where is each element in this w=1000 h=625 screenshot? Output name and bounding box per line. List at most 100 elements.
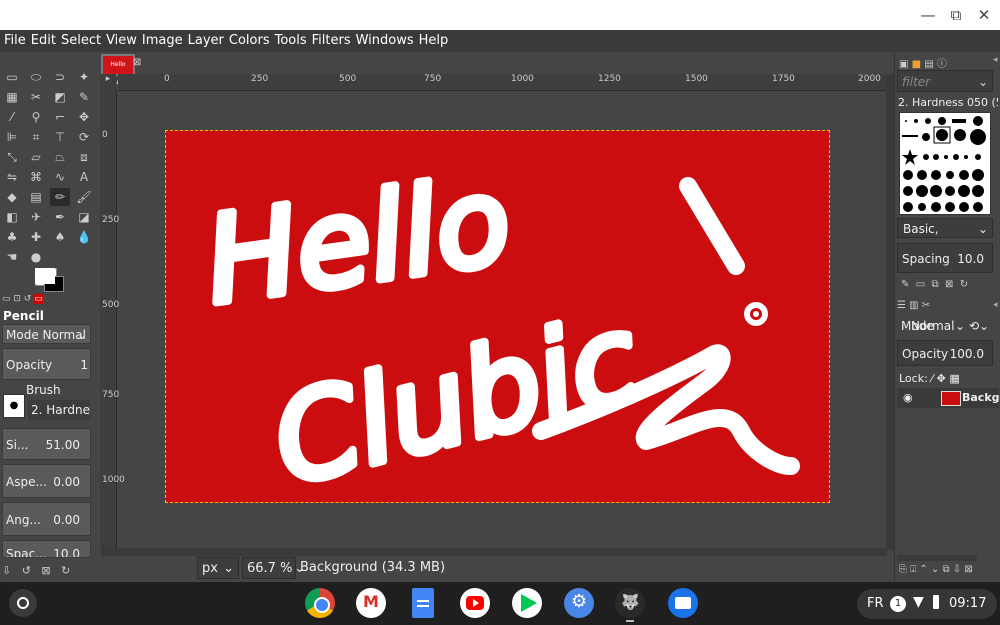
layer-mode-dropdown[interactable]: Mode Normal ⌄ ⟲⌄ xyxy=(897,315,995,337)
angle-slider[interactable]: Ang... 0.00 xyxy=(2,502,91,536)
brush-actions[interactable]: ✎ ▭ ⧉ ⊠ ↻ xyxy=(901,279,968,290)
dock-tabs-brushes[interactable]: ▣ ■ ▤ ⓘ xyxy=(899,55,947,70)
heal-icon[interactable]: ✚ xyxy=(26,228,46,246)
blur-icon[interactable]: 💧 xyxy=(74,228,94,246)
flip-icon[interactable]: ⇋ xyxy=(2,168,22,186)
pencil-icon[interactable]: ✏ xyxy=(50,188,70,206)
lock-pixels-icon[interactable]: ⁄ xyxy=(931,372,933,385)
play-store-icon[interactable] xyxy=(512,588,542,618)
status-tray[interactable]: FR 1 ▼ 09:17 xyxy=(857,589,997,619)
aspect-slider[interactable]: Aspe... 0.00 xyxy=(2,464,91,498)
tool-options-tabs[interactable]: ▭ ⊡ ↺ ▭ xyxy=(2,294,92,306)
dock-tabs-layers[interactable]: ☰ ▥ ✂ xyxy=(897,300,930,311)
menu-windows[interactable]: Windows xyxy=(352,30,414,52)
vertical-scrollbar[interactable] xyxy=(886,74,894,550)
visibility-eye-icon[interactable]: ◉ xyxy=(897,391,913,404)
docs-icon[interactable] xyxy=(412,588,434,618)
zoom-icon[interactable]: ⚲ xyxy=(26,108,46,126)
settings-icon[interactable]: ⚙ xyxy=(564,588,594,618)
smudge-icon[interactable]: ☚ xyxy=(2,248,22,266)
brush-set-dropdown[interactable]: Basic, ⌄ xyxy=(897,218,993,238)
restore-button[interactable]: ⧉ xyxy=(946,5,966,25)
spacing-slider[interactable]: Spac... 10.0 xyxy=(2,540,91,558)
paths-icon[interactable]: ✎ xyxy=(74,88,94,106)
brush-filter-input[interactable]: filter ⌄ xyxy=(897,70,993,92)
bucket-fill-icon[interactable]: ◆ xyxy=(2,188,22,206)
menu-layer[interactable]: Layer xyxy=(184,30,224,52)
dodge-burn-icon[interactable]: ● xyxy=(26,248,46,266)
chrome-icon[interactable] xyxy=(305,588,335,618)
horizontal-scrollbar[interactable] xyxy=(101,548,887,556)
shear-icon[interactable]: ▱ xyxy=(26,148,46,166)
opacity-slider[interactable]: Opacity 1 xyxy=(2,348,91,380)
gmail-icon[interactable]: M xyxy=(356,588,386,618)
brush-preview-icon[interactable]: ● xyxy=(3,394,25,418)
gradient-icon[interactable]: ▤ xyxy=(26,188,46,206)
brush-name[interactable]: 2. Hardness xyxy=(28,400,90,420)
perspective-icon[interactable]: ⏢ xyxy=(50,148,70,166)
select-by-color-icon[interactable]: ▦ xyxy=(2,88,22,106)
measure-icon[interactable]: ⌐ xyxy=(50,108,70,126)
unit-dropdown[interactable]: px ⌄ xyxy=(197,557,239,579)
cage-icon[interactable]: ⌘ xyxy=(26,168,46,186)
files-icon[interactable] xyxy=(668,588,698,618)
scissors-icon[interactable]: ✂ xyxy=(26,88,46,106)
menu-file[interactable]: File xyxy=(0,30,26,52)
zoom-dropdown[interactable]: 66.7 % ⌄ xyxy=(242,557,305,579)
size-slider[interactable]: Si... 51.00 xyxy=(2,428,91,460)
layer-opacity-slider[interactable]: Opacity 100.0 xyxy=(897,340,993,366)
unified-transform-icon[interactable]: ⊤ xyxy=(50,128,70,146)
move-icon[interactable]: ✥ xyxy=(74,108,94,126)
aspect-value: 0.00 xyxy=(53,475,80,489)
menu-help[interactable]: Help xyxy=(415,30,449,52)
perspective-clone-icon[interactable]: ♠ xyxy=(50,228,70,246)
dock-menu-icon[interactable]: ◂ xyxy=(993,300,998,310)
dock-menu-icon[interactable]: ◂ xyxy=(993,55,998,65)
foreground-select-icon[interactable]: ◩ xyxy=(50,88,70,106)
menu-filters[interactable]: Filters xyxy=(308,30,351,52)
airbrush-icon[interactable]: ✈ xyxy=(26,208,46,226)
eraser-icon[interactable]: ◧ xyxy=(2,208,22,226)
mypaint-brush-icon[interactable]: ◪ xyxy=(74,208,94,226)
menu-select[interactable]: Select xyxy=(57,30,101,52)
paintbrush-icon[interactable]: 🖌 xyxy=(74,188,94,206)
close-tab-icon[interactable]: ⊠ xyxy=(133,57,141,68)
text-icon[interactable]: A xyxy=(74,168,94,186)
crop-icon[interactable]: ⌗ xyxy=(26,128,46,146)
brush-spacing-slider[interactable]: Spacing 10.0 xyxy=(897,243,993,273)
clone-icon[interactable]: ♣ xyxy=(2,228,22,246)
youtube-icon[interactable] xyxy=(460,588,490,618)
rect-select-icon[interactable]: ▭ xyxy=(2,68,22,86)
warp-icon[interactable]: ∿ xyxy=(50,168,70,186)
image-canvas[interactable]: Hello Clubic xyxy=(165,130,830,503)
color-picker-icon[interactable]: ⁄ xyxy=(2,108,22,126)
fuzzy-select-icon[interactable]: ✦ xyxy=(74,68,94,86)
ruler-corner[interactable]: ▸ xyxy=(100,74,116,90)
scale-icon[interactable]: ⤡ xyxy=(2,148,22,166)
tool-options-footer[interactable]: ⇩ ↺ ⊠ ↻ xyxy=(2,564,94,578)
menu-view[interactable]: View xyxy=(102,30,137,52)
menu-image[interactable]: Image xyxy=(138,30,183,52)
close-button[interactable]: ✕ xyxy=(974,5,994,25)
menu-colors[interactable]: Colors xyxy=(225,30,270,52)
gimp-icon[interactable]: 🐺 xyxy=(615,588,645,618)
lock-alpha-icon[interactable]: ▦ xyxy=(949,372,959,385)
menu-tools[interactable]: Tools xyxy=(271,30,307,52)
layer-actions[interactable]: ⎘ ⍗ ⌃ ⌄ ⧉ ⇩ ⊠ xyxy=(899,564,973,575)
ink-icon[interactable]: ✒ xyxy=(50,208,70,226)
launcher-button[interactable] xyxy=(9,589,37,617)
mode-dropdown[interactable]: Mode Normal ⌄ xyxy=(2,324,91,344)
3d-transform-icon[interactable]: ⧈ xyxy=(74,148,94,166)
layer-row-background[interactable]: ◉ Backgro xyxy=(897,388,1000,408)
brush-grid[interactable] xyxy=(899,112,991,215)
lock-position-icon[interactable]: ✥ xyxy=(937,372,946,385)
lasso-icon[interactable]: ⊃ xyxy=(50,68,70,86)
minimize-button[interactable]: — xyxy=(918,5,938,25)
layers-scrollbar[interactable] xyxy=(897,555,977,561)
reset-icon[interactable]: ⟲⌄ xyxy=(969,315,989,337)
ellipse-select-icon[interactable]: ⬭ xyxy=(26,68,46,86)
image-tab-thumbnail[interactable]: Hello Clubic xyxy=(101,54,135,86)
menu-edit[interactable]: Edit xyxy=(27,30,56,52)
align-icon[interactable]: ⊫ xyxy=(2,128,22,146)
rotate-icon[interactable]: ⟳ xyxy=(74,128,94,146)
